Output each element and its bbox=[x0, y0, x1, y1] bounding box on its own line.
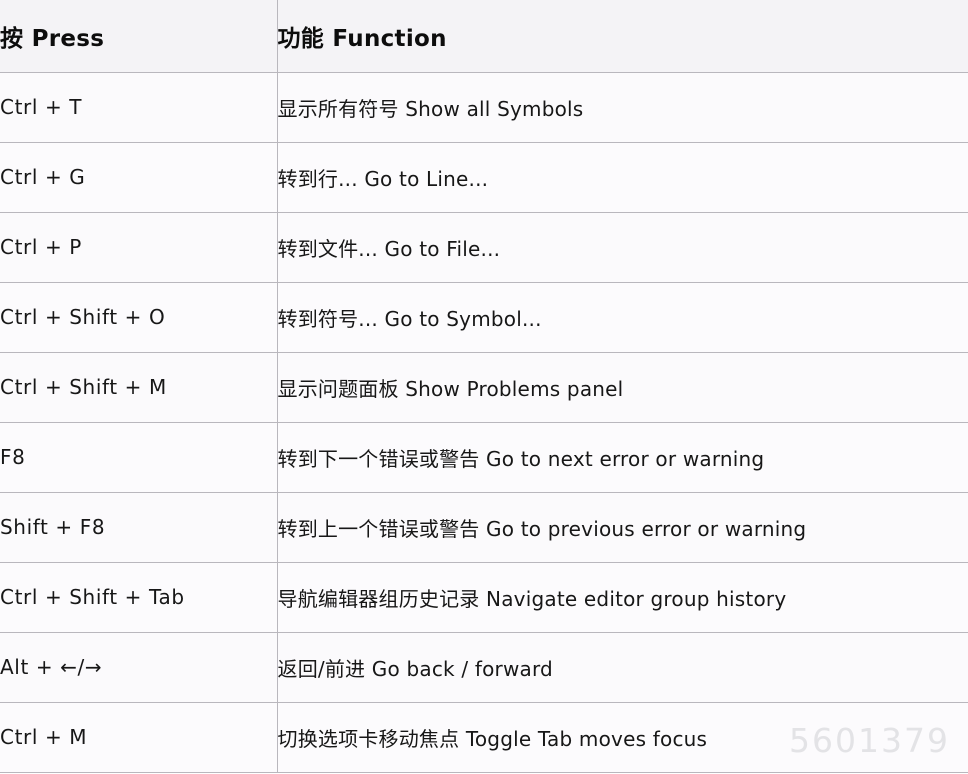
table-header-row: 按 Press 功能 Function bbox=[0, 0, 968, 73]
shortcut-function-cell: 转到行... Go to Line... bbox=[277, 141, 968, 213]
table-row: Ctrl + Shift + M 显示问题面板 Show Problems pan… bbox=[0, 351, 968, 423]
table-row: Shift + F8 转到上一个错误或警告 Go to previous erro… bbox=[0, 491, 968, 563]
table-row: F8 转到下一个错误或警告 Go to next error or warning bbox=[0, 421, 968, 493]
table-body: Ctrl + T 显示所有符号 Show all Symbols Ctrl + G转… bbox=[0, 71, 968, 773]
table-row: Ctrl + T 显示所有符号 Show all Symbols bbox=[0, 71, 968, 143]
shortcut-keys-cell: Ctrl + P bbox=[0, 211, 278, 283]
table-row: Ctrl + M 切换选项卡移动焦点 Toggle Tab moves focus bbox=[0, 701, 968, 773]
shortcut-keys-cell: Ctrl + T bbox=[0, 71, 278, 143]
shortcut-function-cell: 切换选项卡移动焦点 Toggle Tab moves focus bbox=[277, 701, 968, 773]
shortcut-function-cell: 转到上一个错误或警告 Go to previous error or warni… bbox=[277, 491, 968, 563]
table-row: Ctrl + Shift + Tab 导航编辑器组历史记录 Navigate ed… bbox=[0, 561, 968, 633]
shortcut-function-cell: 转到文件... Go to File... bbox=[277, 211, 968, 283]
shortcut-keys-cell: Ctrl + M bbox=[0, 701, 278, 773]
table-row: Alt + ←/→ 返回/前进 Go back / forward bbox=[0, 631, 968, 703]
column-header-function: 功能 Function bbox=[277, 0, 968, 73]
keyboard-shortcuts-table: 按 Press 功能 Function Ctrl + T 显示所有符号 Show … bbox=[0, 0, 968, 773]
shortcut-reference-sheet: 按 Press 功能 Function Ctrl + T 显示所有符号 Show … bbox=[0, 0, 968, 774]
shortcut-keys-cell: Ctrl + Shift + M bbox=[0, 351, 278, 423]
shortcut-function-cell: 导航编辑器组历史记录 Navigate editor group history bbox=[277, 561, 968, 633]
shortcut-keys-cell: Ctrl + Shift + Tab bbox=[0, 561, 278, 633]
shortcut-function-cell: 显示所有符号 Show all Symbols bbox=[277, 71, 968, 143]
shortcut-function-cell: 显示问题面板 Show Problems panel bbox=[277, 351, 968, 423]
table-header: 按 Press 功能 Function bbox=[0, 0, 968, 73]
table-row: Ctrl + G 转到行... Go to Line... bbox=[0, 141, 968, 213]
shortcut-keys-cell: F8 bbox=[0, 421, 278, 493]
shortcut-keys-cell: Shift + F8 bbox=[0, 491, 278, 563]
shortcut-keys-cell: Ctrl + Shift + O bbox=[0, 281, 278, 353]
column-header-press: 按 Press bbox=[0, 0, 278, 73]
shortcut-keys-cell: Ctrl + G bbox=[0, 141, 278, 213]
table-row: Ctrl + Shift + O 转到符号... Go to Symbol... bbox=[0, 281, 968, 353]
table-row: Ctrl + P 转到文件... Go to File... bbox=[0, 211, 968, 283]
shortcut-function-cell: 转到符号... Go to Symbol... bbox=[277, 281, 968, 353]
shortcut-function-cell: 转到下一个错误或警告 Go to next error or warning bbox=[277, 421, 968, 493]
shortcut-function-cell: 返回/前进 Go back / forward bbox=[277, 631, 968, 703]
shortcut-keys-cell: Alt + ←/→ bbox=[0, 631, 278, 703]
